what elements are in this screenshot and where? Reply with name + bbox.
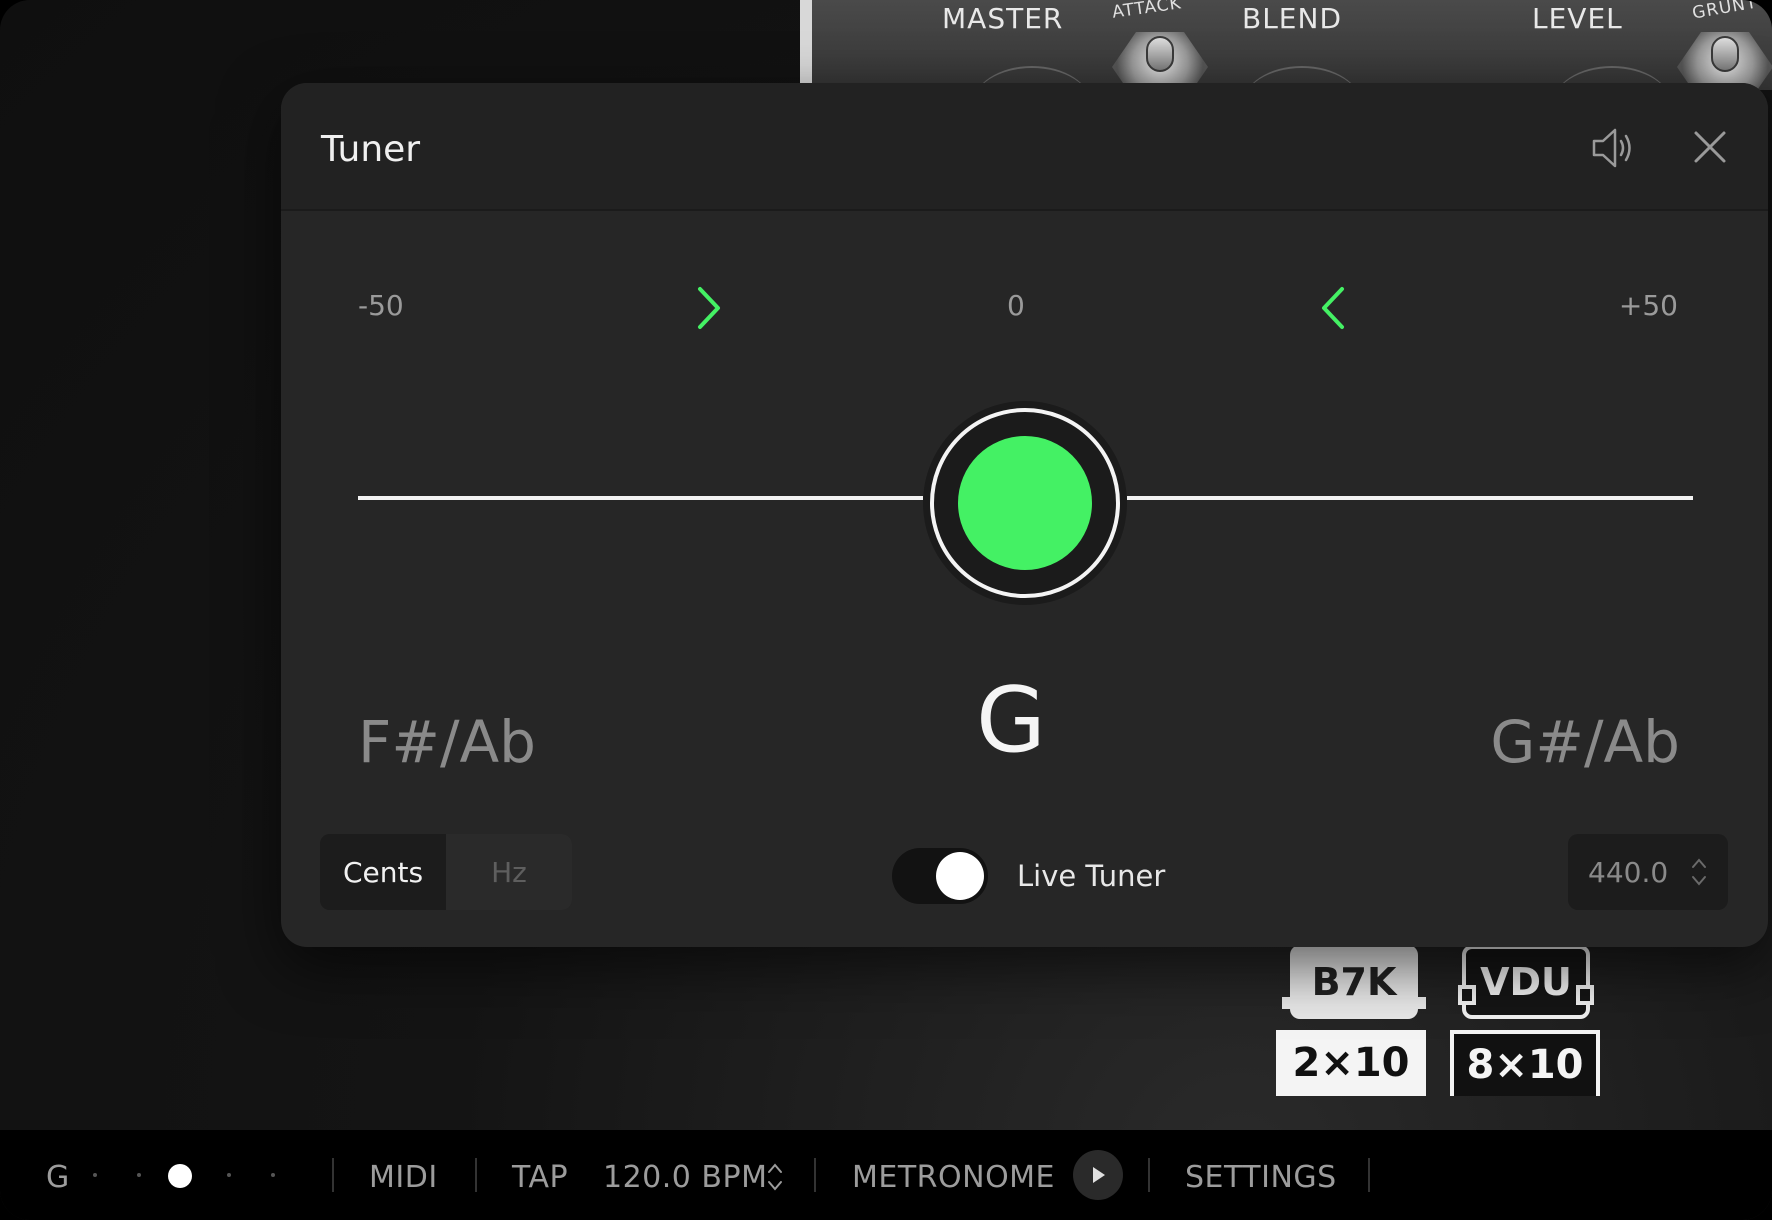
settings-button[interactable]: SETTINGS — [1185, 1160, 1337, 1195]
stepper-icon[interactable] — [1690, 854, 1708, 890]
in-tune-dot — [958, 436, 1092, 570]
separator — [475, 1158, 477, 1192]
cabinet-size-label: 2×10 — [1292, 1040, 1410, 1086]
bpm-stepper-icon[interactable] — [766, 1160, 784, 1194]
tuner-tick — [271, 1173, 275, 1177]
chevron-right-icon — [698, 287, 720, 329]
tuner-tick — [137, 1173, 141, 1177]
bottom-toolbar: G MIDI TAP 120.0 BPM METRONOME SETTINGS — [0, 1130, 1772, 1220]
cabinet-size-label: 8×10 — [1466, 1042, 1584, 1088]
reference-pitch-input[interactable]: 440.0 — [1568, 834, 1728, 910]
chevron-left-icon — [1322, 287, 1344, 329]
tuner-header: Tuner — [281, 83, 1768, 211]
midi-button[interactable]: MIDI — [369, 1160, 438, 1195]
amp-control-panel: MASTER ATTACK BLEND LEVEL GRUNT — [800, 0, 1772, 102]
cabinet-body-8x10[interactable]: 8×10 — [1450, 1030, 1600, 1096]
note-sharp-label: G#/Ab — [1490, 708, 1680, 776]
tuner-tick — [93, 1173, 97, 1177]
mini-tuner-indicator — [168, 1164, 192, 1188]
tuner-needle-indicator — [923, 401, 1127, 605]
amp-label-blend: BLEND — [1242, 2, 1343, 35]
cabinet-head-label: VDU — [1480, 960, 1572, 1004]
tuner-track-right — [1127, 496, 1693, 500]
scale-max-label: +50 — [1618, 289, 1678, 322]
speaker-icon[interactable] — [1588, 123, 1638, 173]
tuner-title: Tuner — [321, 129, 421, 170]
tuner-track-left — [358, 496, 923, 500]
live-tuner-toggle[interactable] — [892, 848, 988, 904]
scale-center-label: 0 — [1007, 289, 1025, 322]
cabinet-head-vdu[interactable]: VDU — [1458, 945, 1594, 1019]
scale-min-label: -50 — [358, 289, 404, 322]
amp-label-attack: ATTACK — [1110, 0, 1183, 23]
amp-label-level: LEVEL — [1532, 2, 1623, 35]
metronome-button[interactable]: METRONOME — [852, 1160, 1055, 1195]
bottom-tuner-note[interactable]: G — [46, 1160, 70, 1195]
separator — [332, 1158, 334, 1192]
amp-label-master: MASTER — [942, 2, 1064, 35]
unit-cents-button[interactable]: Cents — [320, 834, 446, 910]
unit-hz-button[interactable]: Hz — [446, 834, 572, 910]
app-window: MASTER ATTACK BLEND LEVEL GRUNT B7K 2×10… — [0, 0, 1772, 1220]
cabinet-head-label: B7K — [1311, 960, 1397, 1004]
tuner-tick — [227, 1173, 231, 1177]
play-icon[interactable] — [1073, 1150, 1123, 1200]
amp-label-grunt: GRUNT — [1690, 0, 1759, 24]
live-tuner-label: Live Tuner — [1017, 859, 1166, 893]
toggle-thumb — [936, 852, 984, 900]
cabinet-body-2x10[interactable]: 2×10 — [1276, 1030, 1426, 1096]
tap-button[interactable]: TAP — [512, 1160, 568, 1195]
separator — [1148, 1158, 1150, 1192]
unit-toggle: Cents Hz — [320, 834, 572, 910]
cabinet-head-b7k[interactable]: B7K — [1282, 945, 1426, 1019]
bpm-value[interactable]: 120.0 BPM — [603, 1160, 767, 1195]
close-icon[interactable] — [1690, 127, 1730, 167]
separator — [1368, 1158, 1370, 1192]
tuner-dialog: Tuner -50 0 +50 F#/Ab G G#/Ab Cents Hz L… — [281, 83, 1768, 947]
reference-pitch-value: 440.0 — [1588, 856, 1669, 889]
separator — [814, 1158, 816, 1192]
